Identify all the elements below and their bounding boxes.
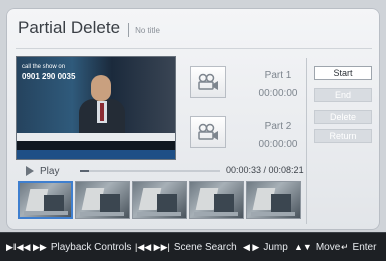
- scene-thumbnails: [18, 181, 306, 219]
- buttons-divider: [306, 58, 307, 224]
- thumbnail-image-part: [137, 212, 181, 216]
- playback-progress-fill: [80, 170, 90, 172]
- playback-time-readout: 00:00:33 / 00:08:21: [226, 165, 304, 175]
- scene-thumbnail[interactable]: [189, 181, 244, 219]
- hint-label: Jump: [263, 241, 288, 253]
- thumbnail-image-part: [80, 212, 124, 216]
- video-preview: call the show on 0901 290 0035: [16, 56, 176, 160]
- return-button[interactable]: Return: [314, 129, 372, 143]
- thumbnail-image-part: [157, 194, 177, 212]
- control-hint-bar: ▶ǁ◀◀ ▶▶ Playback Controls |◀◀ ▶▶| Scene …: [0, 232, 386, 261]
- end-button[interactable]: End: [314, 88, 372, 102]
- preview-phone-number: 0901 290 0035: [22, 72, 76, 81]
- thumbnail-image-part: [271, 194, 291, 212]
- hint-move: ▲▼ Move: [294, 233, 340, 261]
- hint-label: Scene Search: [173, 241, 237, 253]
- hint-label: Playback Controls: [50, 241, 132, 253]
- scene-thumbnail[interactable]: [75, 181, 130, 219]
- part1-time: 00:00:00: [258, 88, 298, 99]
- hint-scene-search: |◀◀ ▶▶| Scene Search: [135, 233, 237, 261]
- play-label: Play: [40, 165, 60, 177]
- playback-progress-bar[interactable]: [80, 170, 220, 172]
- playback-controls-icon: ▶ǁ◀◀ ▶▶: [6, 241, 47, 252]
- preview-ticker-middle: [17, 141, 175, 150]
- camera-icon: [198, 73, 218, 90]
- part1-label: Part 1: [264, 70, 292, 81]
- part2-camera-icon: [190, 116, 226, 148]
- move-arrows-icon: ▲▼: [294, 242, 312, 252]
- preview-phone-overlay: call the show on 0901 290 0035: [22, 63, 75, 81]
- thumbnail-image-part: [100, 194, 120, 212]
- hint-label: Move: [315, 241, 341, 253]
- part2-label: Part 2: [264, 121, 292, 132]
- scene-search-icon: |◀◀ ▶▶|: [135, 241, 170, 252]
- title-divider: [128, 23, 130, 37]
- jump-arrows-icon: ◀ ▶: [243, 241, 260, 252]
- thumbnail-image-part: [214, 194, 234, 212]
- start-button[interactable]: Start: [314, 66, 372, 80]
- hint-jump: ◀ ▶ Jump: [243, 233, 288, 261]
- title-row: Partial Delete No title: [18, 18, 160, 42]
- preview-ticker-top: [17, 133, 175, 141]
- part1-camera-icon: [190, 66, 226, 98]
- thumbnail-image-part: [251, 212, 295, 216]
- presenter-tie: [100, 103, 104, 121]
- camera-icon: [198, 123, 218, 140]
- page-title: Partial Delete: [18, 18, 121, 37]
- scene-thumbnail[interactable]: [132, 181, 187, 219]
- delete-button[interactable]: Delete: [314, 110, 372, 124]
- part2-time: 00:00:00: [258, 139, 298, 150]
- thumbnail-image-part: [24, 211, 68, 215]
- hint-label: Enter: [352, 241, 377, 253]
- enter-icon: ↵: [341, 241, 349, 252]
- scene-thumbnail[interactable]: [246, 181, 301, 219]
- page-subtitle: No title: [135, 26, 160, 35]
- preview-ticker-bottom: [17, 150, 175, 159]
- presenter-head: [91, 75, 111, 101]
- thumbnail-image-part: [194, 212, 238, 216]
- hint-playback-controls: ▶ǁ◀◀ ▶▶ Playback Controls: [6, 233, 131, 261]
- play-control[interactable]: Play: [26, 164, 59, 178]
- hint-enter: ↵ Enter: [341, 233, 376, 261]
- header-divider: [16, 48, 372, 49]
- play-icon: [26, 166, 34, 176]
- preview-phone-caption: call the show on: [22, 64, 66, 70]
- scene-thumbnail[interactable]: [18, 181, 73, 219]
